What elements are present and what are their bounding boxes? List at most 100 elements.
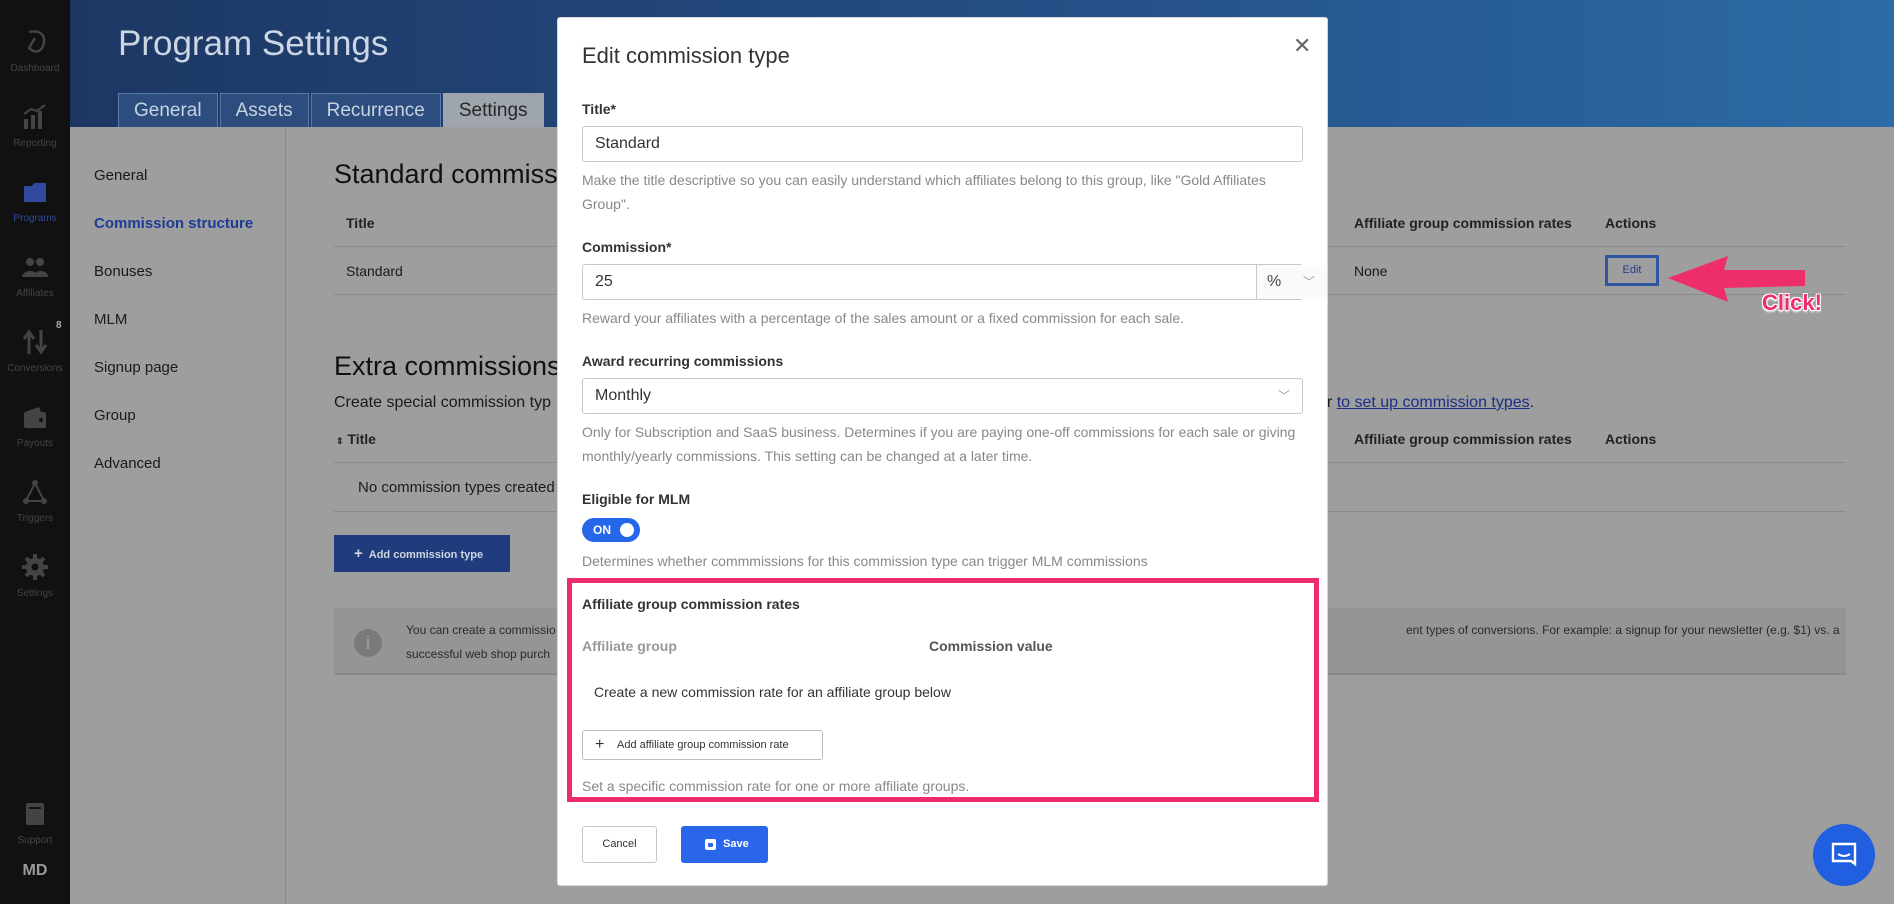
settings-nav-bonuses[interactable]: Bonuses	[94, 263, 152, 280]
title-input[interactable]: Standard	[582, 126, 1303, 162]
affiliate-group-col: Affiliate group	[582, 638, 677, 654]
extra-description: Create special commission typ	[334, 394, 551, 411]
bar-chart-icon	[23, 104, 46, 129]
nav-support[interactable]: Support	[0, 794, 70, 864]
nav-triggers[interactable]: Triggers	[0, 472, 70, 542]
info-line2-left: successful web shop purch	[406, 647, 551, 661]
folder-icon	[24, 183, 46, 202]
extra-empty-message: No commission types created	[358, 479, 555, 496]
nav-label: Conversions	[7, 363, 63, 374]
mlm-toggle-label: ON	[593, 523, 611, 537]
plus-icon: +	[354, 545, 363, 562]
mlm-label: Eligible for MLM	[582, 491, 691, 507]
settings-nav-signup-page[interactable]: Signup page	[94, 359, 178, 376]
add-commission-type-label: Add commission type	[368, 549, 484, 561]
commission-value-col: Commission value	[929, 638, 1053, 654]
commission-unit: %	[1267, 273, 1282, 290]
nav-label: Settings	[16, 588, 54, 599]
nav-label: Support	[17, 835, 53, 846]
tab-general[interactable]: General	[118, 93, 218, 127]
add-affiliate-rate-label: Add affiliate group commission rate	[617, 739, 789, 751]
add-commission-type-button[interactable]: + Add commission type	[334, 535, 510, 572]
commission-unit-select[interactable]: % ﹀	[1256, 265, 1327, 299]
network-icon	[23, 480, 47, 504]
close-icon[interactable]: ✕	[1293, 33, 1311, 59]
plus-icon: +	[595, 736, 605, 753]
nav-label: Affiliates	[16, 288, 54, 299]
chevron-down-icon: ﹀	[1302, 275, 1315, 289]
tab-settings[interactable]: Settings	[442, 93, 544, 127]
title-help: Make the title descriptive so you can ea…	[582, 172, 1266, 212]
wallet-icon	[24, 407, 46, 428]
nav-label: Dashboard	[10, 63, 60, 74]
up-down-arrows-icon	[22, 329, 48, 355]
extra-commissions-heading: Extra commissions	[334, 351, 561, 381]
info-icon: i	[354, 629, 382, 657]
standard-col-title: Title	[346, 215, 375, 231]
affiliate-rates-help: Set a specific commission rate for one o…	[582, 778, 970, 794]
click-annotation: Click!	[1762, 290, 1822, 315]
standard-commission-heading: Standard commissio	[334, 159, 579, 189]
nav-programs[interactable]: Programs	[0, 172, 70, 242]
extra-col-title-label: Title	[347, 431, 376, 447]
settings-nav-mlm[interactable]: MLM	[94, 311, 127, 328]
info-line1-left: You can create a commissio	[406, 623, 556, 637]
cancel-button[interactable]: Cancel	[582, 826, 657, 863]
nav-affiliates[interactable]: Affiliates	[0, 247, 70, 317]
save-label: Save	[723, 838, 749, 850]
recurring-label: Award recurring commissions	[582, 353, 784, 369]
nav-settings[interactable]: Settings	[0, 547, 70, 617]
commission-value: 25	[595, 273, 613, 290]
extra-col-title[interactable]: ⇕ Title	[336, 431, 376, 447]
commission-input[interactable]: 25 % ﹀	[582, 264, 1327, 300]
gear-icon	[22, 554, 48, 580]
logo-icon	[27, 30, 46, 53]
conversions-badge: 8	[56, 320, 62, 331]
tab-assets[interactable]: Assets	[219, 93, 309, 127]
extra-col-actions: Actions	[1605, 431, 1657, 447]
sidebar: Dashboard Reporting Programs Affiliates …	[0, 0, 70, 904]
nav-reporting[interactable]: Reporting	[0, 97, 70, 167]
settings-tabs: General Assets Recurrence Settings	[118, 93, 546, 127]
settings-nav-advanced[interactable]: Advanced	[94, 455, 161, 472]
user-avatar[interactable]: MD	[0, 862, 70, 880]
tab-recurrence[interactable]: Recurrence	[310, 93, 441, 127]
standard-col-group-rates: Affiliate group commission rates	[1354, 215, 1572, 231]
setup-commission-types-link[interactable]: to set up commission types	[1337, 394, 1530, 411]
nav-dashboard[interactable]: Dashboard	[0, 22, 70, 92]
page-title: Program Settings	[118, 24, 389, 63]
recurring-help: Only for Subscription and SaaS business.…	[582, 424, 1296, 464]
add-affiliate-rate-button[interactable]: + Add affiliate group commission rate	[582, 730, 823, 760]
edit-commission-modal: Edit commission type ✕ Title* Standard M…	[557, 17, 1328, 886]
nav-label: Payouts	[16, 438, 54, 449]
info-line1-right: ent types of conversions. For example: a…	[1406, 623, 1840, 637]
edit-button[interactable]: Edit	[1605, 255, 1659, 286]
settings-nav-general[interactable]: General	[94, 167, 147, 184]
chat-launcher[interactable]	[1813, 824, 1875, 886]
settings-nav: General Commission structure Bonuses MLM…	[70, 127, 286, 904]
save-button[interactable]: Save	[681, 826, 768, 863]
nav-label: Reporting	[13, 138, 57, 149]
affiliate-rates-title: Affiliate group commission rates	[582, 596, 800, 612]
modal-title: Edit commission type	[582, 43, 790, 68]
nav-conversions[interactable]: 8 Conversions	[0, 320, 70, 392]
extra-col-group-rates: Affiliate group commission rates	[1354, 431, 1572, 447]
commission-label: Commission*	[582, 239, 672, 255]
standard-col-actions: Actions	[1605, 215, 1657, 231]
title-label: Title*	[582, 101, 616, 117]
nav-payouts[interactable]: Payouts	[0, 397, 70, 467]
sort-icon: ⇕	[336, 436, 344, 446]
mlm-toggle[interactable]: ON	[582, 518, 640, 542]
settings-nav-group[interactable]: Group	[94, 407, 136, 424]
commission-help: Reward your affiliates with a percentage…	[582, 310, 1185, 326]
recurring-select[interactable]: Monthly ﹀	[582, 378, 1303, 414]
nav-label: Triggers	[16, 513, 54, 524]
settings-nav-commission-structure[interactable]: Commission structure	[94, 215, 253, 232]
chat-icon	[1831, 842, 1857, 867]
mlm-help: Determines whether commmissions for this…	[582, 553, 1148, 569]
users-icon	[22, 258, 48, 277]
nav-label: Programs	[13, 213, 57, 224]
toggle-knob	[620, 523, 634, 537]
standard-row-group-rates: None	[1354, 263, 1388, 279]
book-icon	[26, 803, 44, 825]
